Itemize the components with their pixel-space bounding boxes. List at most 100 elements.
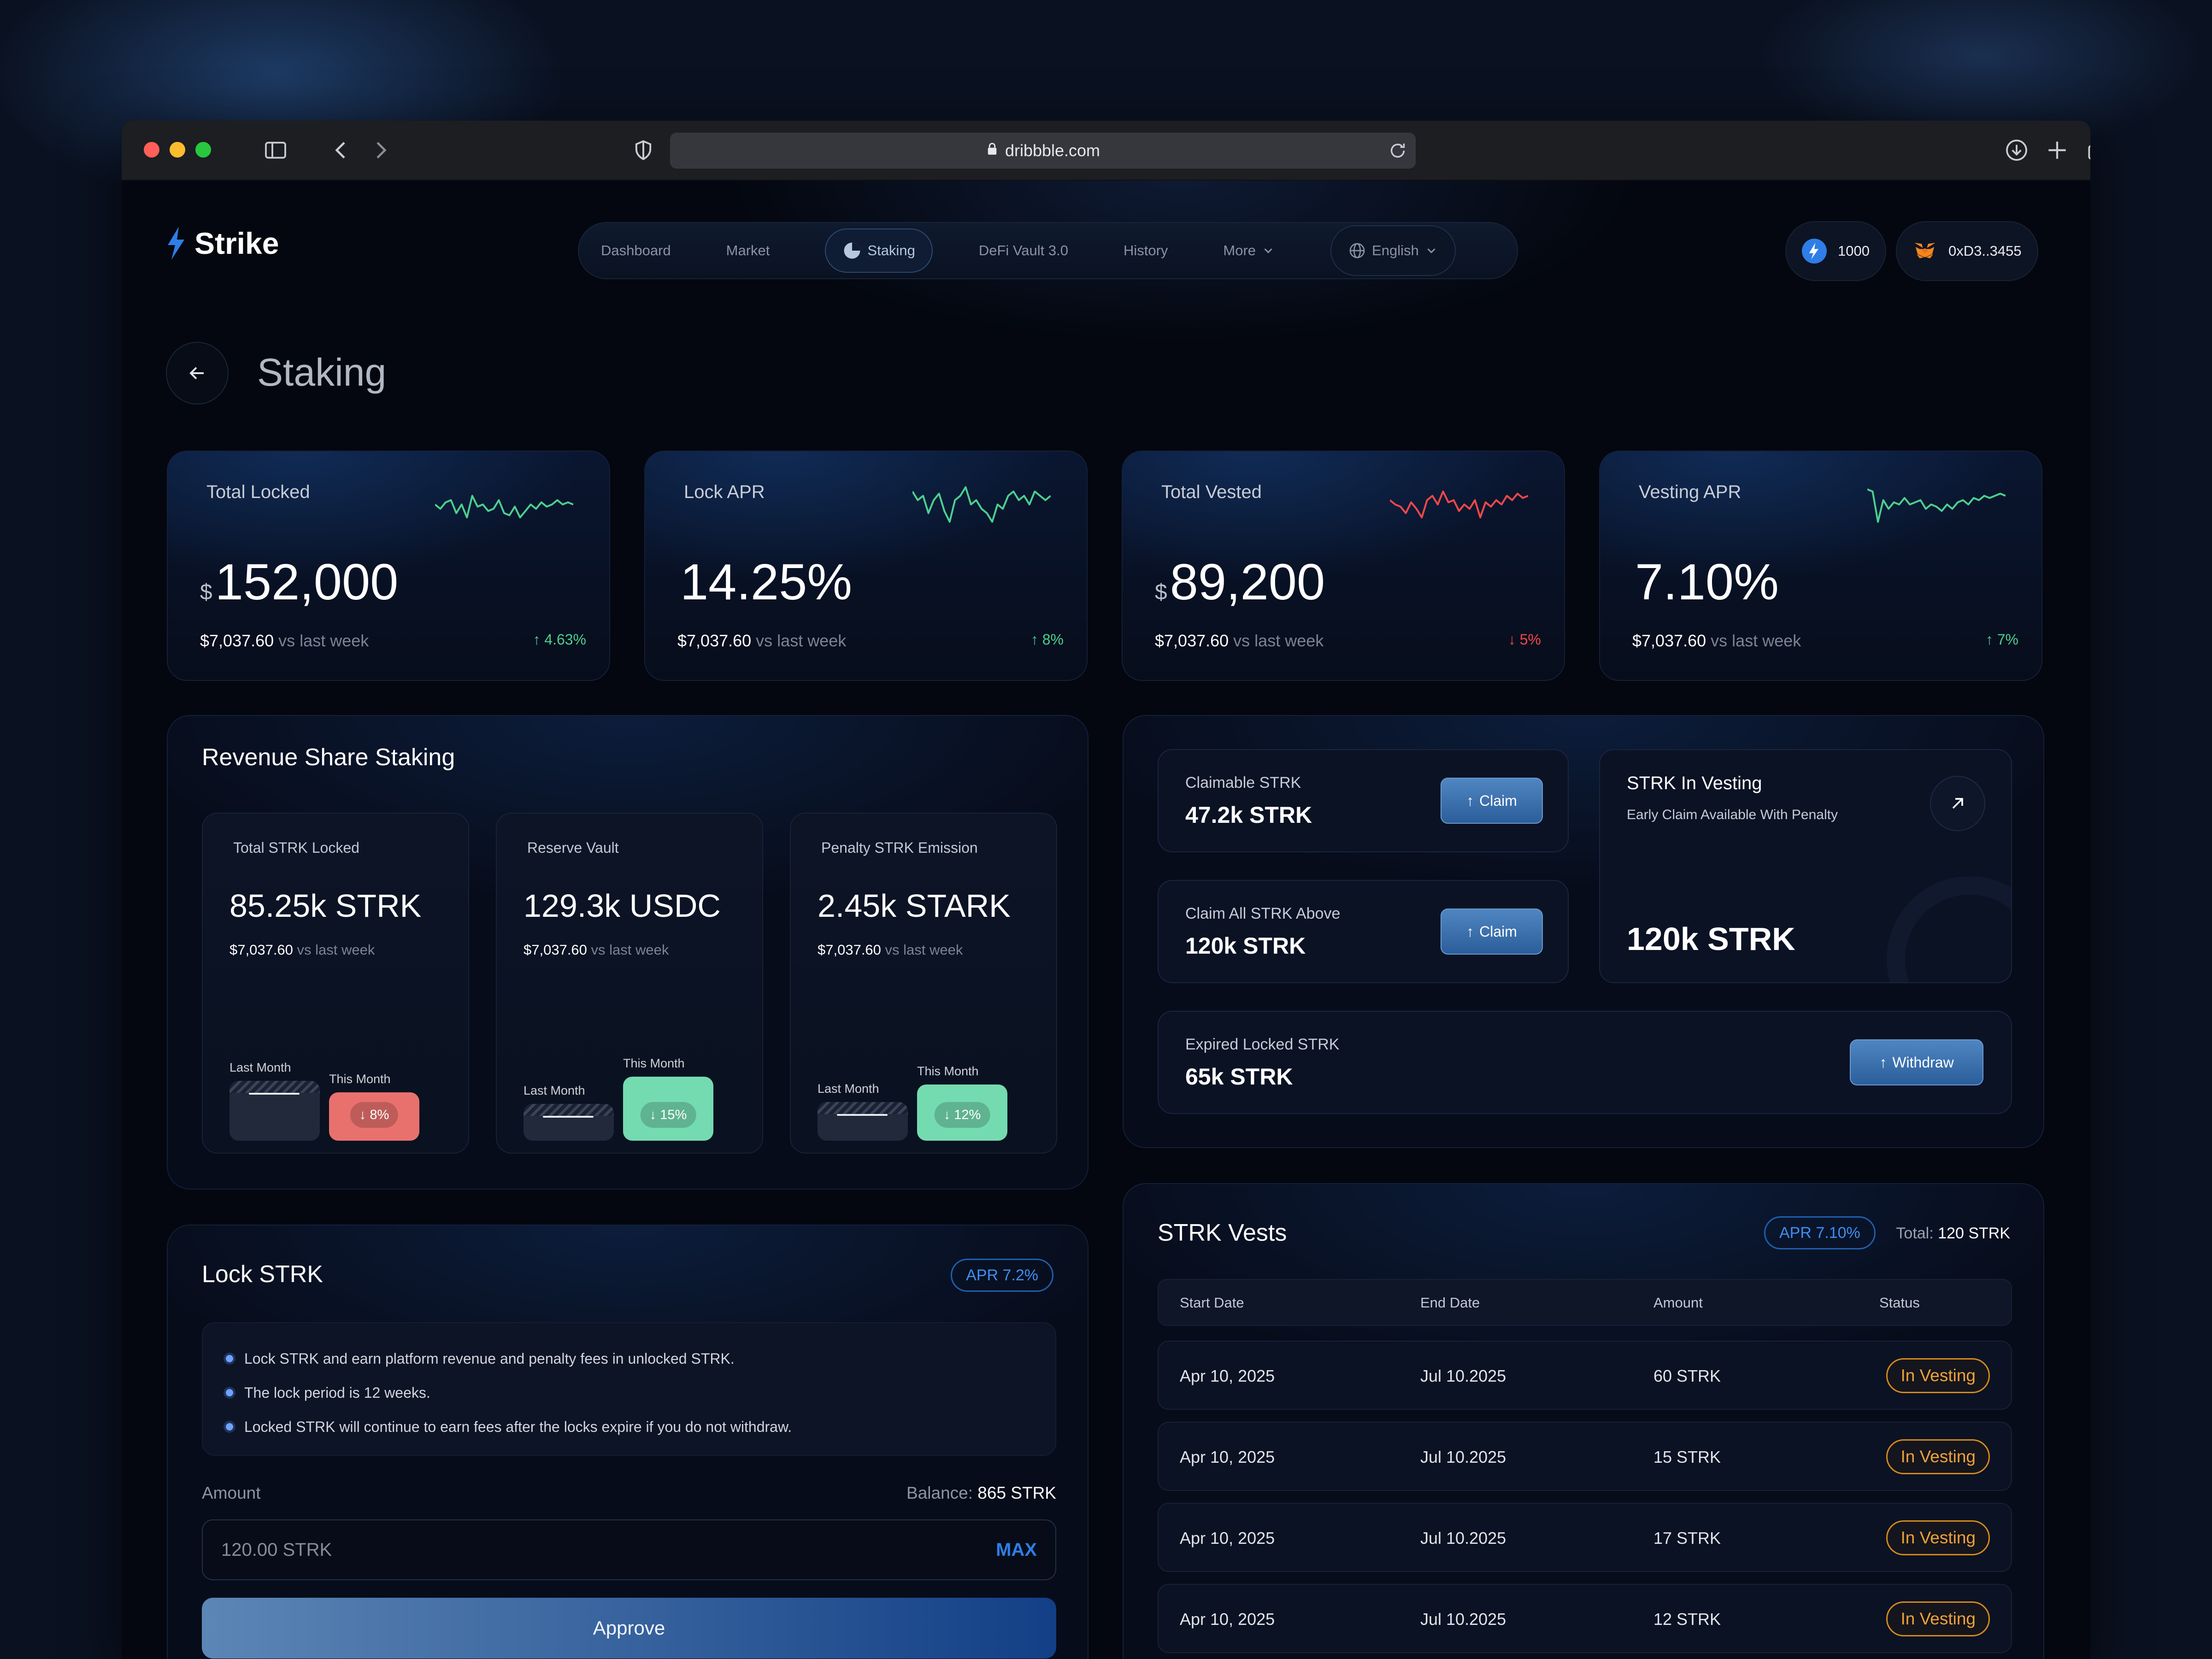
this-month-label: This Month [329,1072,391,1086]
stat-number: 89,200 [1170,554,1325,610]
prev-value: $7,037.60 [200,631,274,650]
column-header-start-date: Start Date [1180,1295,1244,1311]
stat-change: ↓ 5% [1508,631,1541,648]
lock-apr-badge: APR 7.2% [951,1259,1053,1292]
nav-staking[interactable]: Staking [825,229,933,273]
url-text: dribbble.com [1005,141,1100,160]
claim-all-button[interactable]: ↑ Claim [1441,909,1543,955]
sidebar-toggle-icon[interactable] [263,137,288,167]
revenue-card-label: Penalty STRK Emission [821,839,978,856]
sparkline-series [912,486,1051,523]
list-item: Lock STRK and earn platform revenue and … [226,1342,1055,1376]
list-item: The lock period is 12 weeks. [226,1376,1055,1410]
language-selector[interactable]: English [1330,225,1456,276]
nav-market[interactable]: Market [726,242,770,259]
amount-input[interactable]: 120.00 STRK MAX [202,1519,1056,1580]
points-pill[interactable]: 1000 [1785,221,1886,281]
balance-display: Balance: 865 STRK [906,1483,1056,1503]
nav-more[interactable]: More [1223,242,1275,259]
currency-symbol: $ [200,580,212,604]
amount-cell: 60 STRK [1653,1366,1721,1385]
prev-suffix: vs last week [756,631,847,650]
vesting-value: 120k STRK [1627,921,1795,957]
currency-symbol: $ [1155,580,1167,604]
globe-icon [1349,243,1365,258]
open-vesting-button[interactable] [1930,776,1985,831]
tab-overview-icon[interactable] [2085,137,2090,167]
stat-value: 14.25% [677,553,852,611]
vesting-subtitle: Early Claim Available With Penalty [1627,807,1838,822]
claim-button[interactable]: ↑ Claim [1441,778,1543,824]
stat-card-vesting-apr: Vesting APR 7.10% $7,037.60 vs last week… [1599,451,2042,681]
hatch-pattern [524,1104,614,1116]
revenue-card-comparison: $7,037.60 vs last week [229,942,375,958]
prev-value: $7,037.60 [818,942,881,958]
last-month-bar [524,1104,614,1141]
maximize-window-button[interactable] [195,142,211,158]
list-item-text: The lock period is 12 weeks. [244,1384,430,1401]
browser-toolbar: dribbble.com [122,121,2090,181]
arrow-up-right-icon [1952,798,1963,809]
max-button[interactable]: MAX [996,1540,1037,1560]
close-window-button[interactable] [144,142,159,158]
stat-value: 7.10% [1632,553,1779,611]
amount-cell: 15 STRK [1653,1448,1721,1466]
reload-icon[interactable] [1387,140,1408,165]
lock-strk-panel: Lock STRK APR 7.2% Lock STRK and earn pl… [167,1225,1088,1659]
revenue-card-value: 85.25k STRK [229,888,422,924]
change-chip: ↓ 15% [640,1102,696,1128]
stat-number: 152,000 [215,554,399,610]
start-date-cell: Apr 10, 2025 [1180,1610,1275,1629]
download-icon[interactable] [2004,137,2030,167]
back-arrow-icon[interactable] [328,137,354,167]
back-button[interactable] [166,342,229,404]
minimize-window-button[interactable] [170,142,185,158]
nav-history[interactable]: History [1124,242,1168,259]
address-bar[interactable]: dribbble.com [670,133,1416,169]
table-row[interactable]: Apr 10, 2025 Jul 10.2025 60 STRK In Vest… [1158,1341,2012,1410]
language-label: English [1372,242,1419,258]
arrow-up-icon: ↑ [1466,792,1474,809]
prev-suffix: vs last week [1233,631,1324,650]
brand-logo[interactable]: Strike [166,226,279,261]
approve-button[interactable]: Approve [202,1598,1056,1659]
revenue-card-label: Reserve Vault [527,839,619,856]
nav-defi-vault[interactable]: DeFi Vault 3.0 [979,242,1068,259]
privacy-shield-icon[interactable] [631,138,655,166]
forward-arrow-icon[interactable] [368,137,394,167]
points-value: 1000 [1838,243,1870,259]
prev-value: $7,037.60 [524,942,587,958]
total-label: Total: [1896,1225,1934,1242]
last-month-bar [229,1081,320,1141]
this-month-label: This Month [917,1064,979,1078]
stat-card-lock-apr: Lock APR 14.25% $7,037.60 vs last week ↑… [644,451,1088,681]
nav-dashboard[interactable]: Dashboard [601,242,671,259]
withdraw-button[interactable]: ↑ Withdraw [1850,1039,1983,1085]
claim-all-value: 120k STRK [1185,933,1306,959]
table-row[interactable]: Apr 10, 2025 Jul 10.2025 17 STRK In Vest… [1158,1503,2012,1572]
prev-suffix: vs last week [591,942,669,958]
new-tab-icon[interactable] [2044,137,2070,167]
sparkline-chart [435,495,573,519]
list-item: Locked STRK will continue to earn fees a… [226,1410,1055,1444]
lock-icon [986,142,999,159]
amount-cell: 12 STRK [1653,1610,1721,1629]
revenue-card-penalty-emission: Penalty STRK Emission 2.45k STARK $7,037… [790,813,1057,1154]
wallet-pill[interactable]: 0xD3..3455 [1896,221,2038,281]
browser-window: dribbble.com Strike Dashboard Market Sta… [122,121,2090,1659]
withdraw-button-label: Withdraw [1892,1054,1954,1071]
amount-label: Amount [202,1483,261,1502]
prev-value: $7,037.60 [677,631,752,650]
lock-title: Lock STRK [202,1261,323,1288]
table-row[interactable]: Apr 10, 2025 Jul 10.2025 15 STRK In Vest… [1158,1422,2012,1491]
total-value: 120 STRK [1938,1225,2010,1242]
balance-label: Balance: [906,1483,973,1502]
this-month-bar: ↓ 15% [623,1077,713,1141]
vests-table-header: Start Date End Date Amount Status [1158,1279,2012,1326]
table-row[interactable]: Apr 10, 2025 Jul 10.2025 12 STRK In Vest… [1158,1584,2012,1653]
this-month-bar: ↓ 12% [917,1085,1007,1141]
revenue-card-value: 2.45k STARK [818,888,1011,924]
sparkline-chart [1867,488,2006,523]
sparkline-series [435,495,573,519]
wallet-address: 0xD3..3455 [1948,243,2022,259]
